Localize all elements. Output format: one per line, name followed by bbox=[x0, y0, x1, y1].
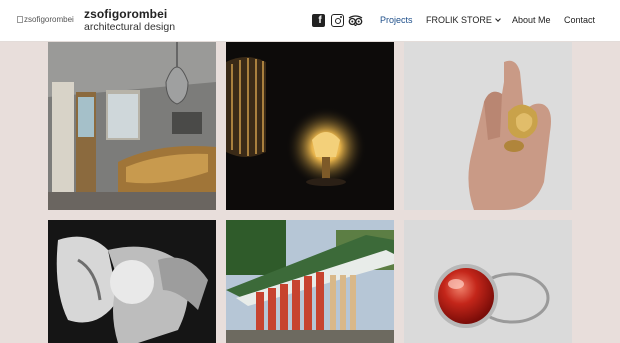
instagram-dot bbox=[340, 16, 342, 18]
pavilion-photo bbox=[226, 220, 394, 343]
site-title[interactable]: zsofigorombei bbox=[84, 7, 167, 21]
interior-photo bbox=[48, 42, 216, 210]
facebook-icon[interactable]: f bbox=[312, 14, 325, 27]
instagram-icon[interactable] bbox=[331, 14, 344, 27]
project-tile-interior[interactable] bbox=[48, 42, 216, 210]
site-tagline: architectural design bbox=[84, 21, 176, 33]
lamp-photo bbox=[226, 42, 394, 210]
project-tile-lamp[interactable] bbox=[226, 42, 394, 210]
red-ring-photo bbox=[404, 220, 572, 343]
logo-alt-text: zsofigorombei bbox=[24, 15, 74, 24]
nav-about-me[interactable]: About Me bbox=[512, 15, 551, 25]
nav-frolik-store-label: FROLIK STORE bbox=[426, 15, 492, 25]
project-tile-ring-gold[interactable] bbox=[404, 42, 572, 210]
broken-image-icon bbox=[17, 16, 23, 23]
site-logo[interactable]: zsofigorombei bbox=[17, 15, 74, 24]
instagram-lens bbox=[334, 17, 341, 24]
sculpture-photo bbox=[48, 220, 216, 343]
site-header: zsofigorombei zsofigorombei architectura… bbox=[0, 0, 620, 42]
ring-hand-photo bbox=[404, 42, 572, 210]
nav-contact[interactable]: Contact bbox=[564, 15, 595, 25]
project-tile-sculpture[interactable] bbox=[48, 220, 216, 343]
project-tile-pavilion[interactable] bbox=[226, 220, 394, 343]
tripadvisor-icon[interactable] bbox=[348, 14, 363, 27]
project-tile-ring-red[interactable] bbox=[404, 220, 572, 343]
nav-projects[interactable]: Projects bbox=[380, 15, 413, 25]
chevron-down-icon bbox=[495, 16, 501, 22]
nav-frolik-store[interactable]: FROLIK STORE bbox=[426, 15, 501, 25]
